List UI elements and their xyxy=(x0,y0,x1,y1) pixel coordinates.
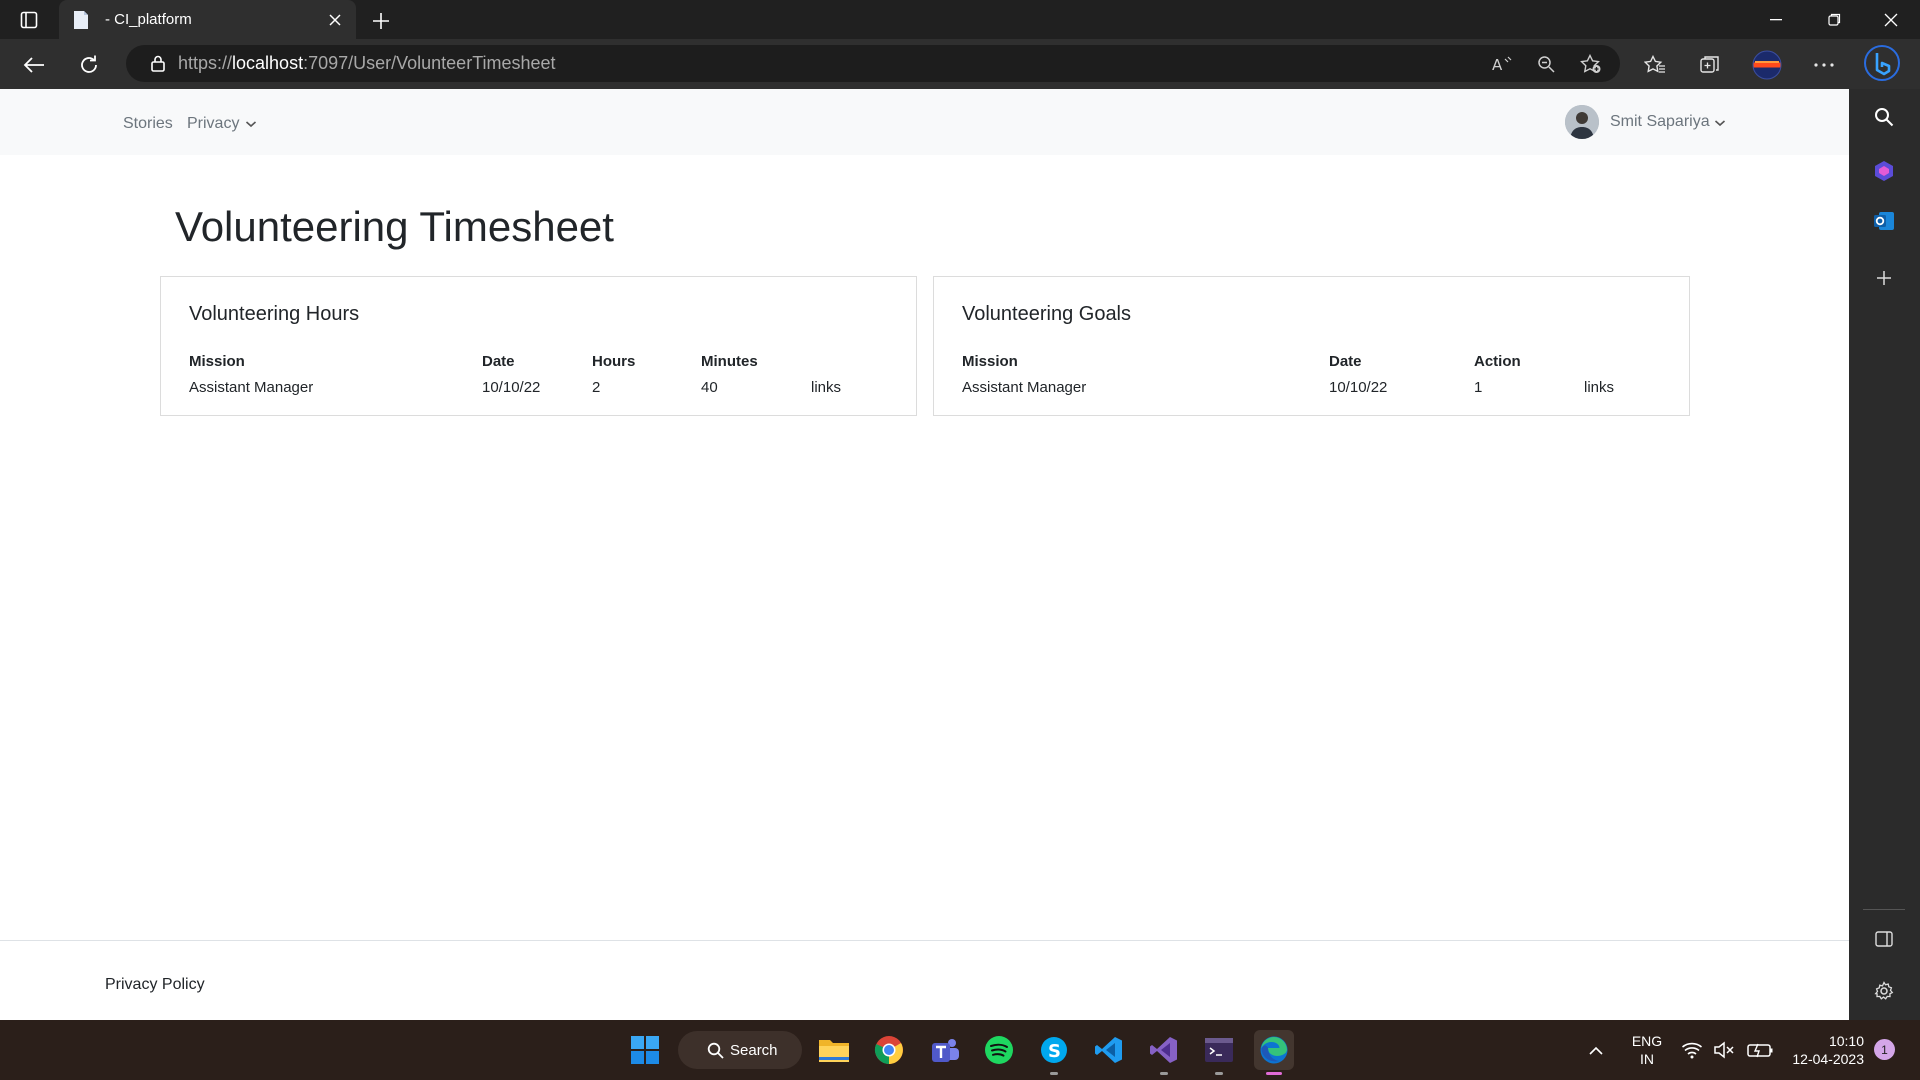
column-header-hours: Hours xyxy=(592,353,636,370)
chevron-down-icon[interactable] xyxy=(1714,118,1726,128)
nav-privacy-dropdown[interactable]: Privacy xyxy=(187,115,239,133)
sidebar-hide-icon[interactable] xyxy=(1867,922,1901,956)
user-name-dropdown[interactable]: Smit Sapariya xyxy=(1610,113,1710,131)
lock-icon[interactable] xyxy=(148,54,168,74)
taskbar-search[interactable]: Search xyxy=(678,1031,802,1069)
url-text[interactable]: https://localhost:7097/User/VolunteerTim… xyxy=(178,53,556,74)
visual-studio-icon[interactable] xyxy=(1144,1030,1184,1070)
minimize-icon[interactable] xyxy=(1747,0,1805,39)
table-cell-mission: Assistant Manager xyxy=(962,379,1087,396)
wifi-icon xyxy=(1682,1042,1703,1059)
restore-icon[interactable] xyxy=(1805,0,1863,39)
table-cell-minutes: 40 xyxy=(701,379,718,396)
browser-toolbar: https://localhost:7097/User/VolunteerTim… xyxy=(0,39,1920,89)
add-favorite-icon[interactable] xyxy=(1576,49,1606,79)
language-indicator[interactable]: ENG IN xyxy=(1627,1032,1667,1068)
running-indicator xyxy=(1050,1072,1058,1075)
favorites-icon[interactable] xyxy=(1639,49,1671,81)
column-header-date: Date xyxy=(1329,353,1362,370)
browser-tab-strip: - CI_platform xyxy=(0,0,1920,39)
app-navbar: Stories Privacy Smit Sapariya xyxy=(0,89,1849,155)
tab-close-icon[interactable] xyxy=(324,9,346,31)
more-options-icon[interactable] xyxy=(1808,49,1840,81)
sidebar-add-icon[interactable] xyxy=(1867,261,1901,295)
teams-icon[interactable] xyxy=(924,1030,964,1070)
notification-badge[interactable]: 1 xyxy=(1874,1039,1895,1060)
terminal-icon[interactable] xyxy=(1199,1030,1239,1070)
back-icon[interactable] xyxy=(19,50,49,80)
new-tab-icon[interactable] xyxy=(368,8,394,34)
page-footer: Privacy Policy xyxy=(0,940,1849,1021)
skype-icon[interactable]: S xyxy=(1034,1030,1074,1070)
table-cell-date: 10/10/22 xyxy=(1329,379,1388,396)
address-bar[interactable]: https://localhost:7097/User/VolunteerTim… xyxy=(126,45,1620,82)
page-favicon-icon xyxy=(73,9,93,31)
close-window-icon[interactable] xyxy=(1862,0,1920,39)
row-links[interactable]: links xyxy=(811,379,841,396)
tab-actions-icon[interactable] xyxy=(14,8,44,32)
card-title: Volunteering Hours xyxy=(189,303,360,325)
tab-title: - CI_platform xyxy=(105,11,192,28)
column-header-minutes: Minutes xyxy=(701,353,758,370)
clock-time: 10:10 xyxy=(1828,1033,1864,1049)
zoom-out-icon[interactable] xyxy=(1531,49,1561,79)
sidebar-settings-icon[interactable] xyxy=(1867,974,1901,1008)
refresh-icon[interactable] xyxy=(74,50,104,80)
edge-sidebar xyxy=(1849,89,1920,1020)
spotify-icon[interactable] xyxy=(979,1030,1019,1070)
read-aloud-icon[interactable]: A xyxy=(1487,49,1517,79)
profile-avatar-icon[interactable] xyxy=(1751,49,1783,81)
language-code: ENG xyxy=(1631,1033,1663,1049)
page-title: Volunteering Timesheet xyxy=(175,203,614,250)
column-header-action: Action xyxy=(1474,353,1521,370)
table-cell-date: 10/10/22 xyxy=(482,379,541,396)
running-indicator xyxy=(1160,1072,1168,1075)
region-code: IN xyxy=(1640,1051,1654,1067)
edge-icon[interactable] xyxy=(1254,1030,1294,1070)
browser-tab-active[interactable]: - CI_platform xyxy=(59,0,356,39)
chrome-icon[interactable] xyxy=(869,1030,909,1070)
volume-muted-icon xyxy=(1714,1041,1734,1059)
column-header-date: Date xyxy=(482,353,515,370)
chevron-down-icon[interactable] xyxy=(245,119,257,129)
sidebar-search-icon[interactable] xyxy=(1867,100,1901,134)
show-hidden-icons-icon[interactable] xyxy=(1579,1030,1613,1070)
clock[interactable]: 10:10 12-04-2023 xyxy=(1772,1032,1864,1068)
nav-stories-link[interactable]: Stories xyxy=(123,115,173,133)
column-header-mission: Mission xyxy=(962,353,1018,370)
vscode-icon[interactable] xyxy=(1089,1030,1129,1070)
search-icon xyxy=(707,1042,724,1059)
table-cell-mission: Assistant Manager xyxy=(189,379,314,396)
table-cell-action: 1 xyxy=(1474,379,1483,396)
file-explorer-icon[interactable] xyxy=(814,1030,854,1070)
taskbar-search-label: Search xyxy=(730,1041,778,1059)
bing-copilot-icon[interactable] xyxy=(1862,43,1902,83)
collections-icon[interactable] xyxy=(1694,49,1726,81)
volunteering-goals-card: Volunteering Goals Mission Date Action A… xyxy=(933,276,1690,416)
active-indicator xyxy=(1266,1072,1282,1075)
web-page: Stories Privacy Smit Sapariya Volunteeri… xyxy=(0,89,1849,1021)
battery-icon xyxy=(1747,1043,1773,1058)
windows-taskbar: Search S ENG IN 10:10 12-04-2023 1 xyxy=(0,1020,1920,1080)
svg-text:S: S xyxy=(1048,1041,1061,1062)
sidebar-divider xyxy=(1863,909,1905,910)
sidebar-outlook-icon[interactable] xyxy=(1867,204,1901,238)
privacy-policy-link[interactable]: Privacy Policy xyxy=(105,976,205,994)
running-indicator xyxy=(1215,1072,1223,1075)
avatar[interactable] xyxy=(1565,105,1599,139)
volunteering-hours-card: Volunteering Hours Mission Date Hours Mi… xyxy=(160,276,917,416)
sidebar-copilot-icon[interactable] xyxy=(1867,154,1901,188)
row-links[interactable]: links xyxy=(1584,379,1614,396)
clock-date: 12-04-2023 xyxy=(1792,1051,1864,1067)
svg-text:A: A xyxy=(1492,56,1503,73)
system-tray-status[interactable] xyxy=(1680,1030,1784,1070)
table-cell-hours: 2 xyxy=(592,379,601,396)
start-windows-icon[interactable] xyxy=(625,1030,665,1070)
column-header-mission: Mission xyxy=(189,353,245,370)
card-title: Volunteering Goals xyxy=(962,303,1132,325)
